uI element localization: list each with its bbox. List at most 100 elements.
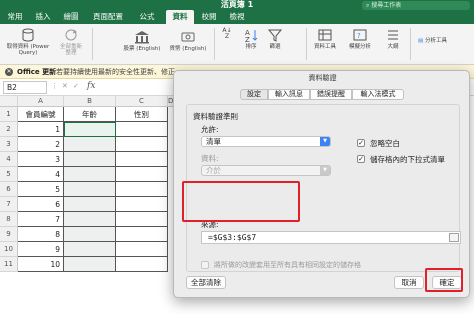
cell-id[interactable]: 2	[18, 137, 64, 152]
cell-gender[interactable]	[116, 122, 168, 137]
cell-gender[interactable]	[116, 242, 168, 257]
allow-select[interactable]: 清單 ▼	[201, 136, 331, 147]
ignore-blank-checkbox[interactable]: ✓	[357, 139, 365, 147]
cell-header-age[interactable]: 年齡	[64, 107, 116, 122]
data-label: 資料:	[201, 154, 219, 163]
in-cell-dropdown-checkbox[interactable]: ✓	[357, 155, 365, 163]
sort-az-button[interactable]: A↓ Z	[222, 28, 232, 40]
cell-gender[interactable]	[116, 167, 168, 182]
database-icon	[22, 28, 34, 42]
row-header[interactable]: 8	[0, 212, 18, 227]
cell-age[interactable]	[64, 137, 116, 152]
ok-highlight-box	[425, 268, 463, 292]
source-input[interactable]: =$G$3:$G$7	[201, 231, 461, 244]
cell-age[interactable]	[64, 257, 116, 272]
search-box[interactable]: ⌕ 搜尋工作表	[362, 1, 470, 10]
cell-age[interactable]	[64, 167, 116, 182]
get-data-button[interactable]: 取得資料 (Power Query)	[3, 28, 53, 56]
close-icon[interactable]: ✕	[5, 68, 13, 76]
confirm-entry-icon[interactable]: ✓	[73, 82, 79, 90]
cell-gender[interactable]	[116, 137, 168, 152]
what-if-button[interactable]: ? 模擬分析	[344, 28, 376, 50]
data-tools-button[interactable]: 資料工具	[312, 28, 338, 50]
message-label: Office 更新	[17, 68, 57, 76]
cell-gender[interactable]	[116, 197, 168, 212]
tab-draw[interactable]: 繪圖	[60, 10, 82, 24]
row-header[interactable]: 4	[0, 152, 18, 167]
column-header-b[interactable]: B	[64, 96, 116, 107]
title-bar: 活頁簿 1 ⌕ 搜尋工作表	[0, 0, 474, 10]
cell-age[interactable]	[64, 212, 116, 227]
allow-value: 清單	[206, 137, 221, 146]
apply-all-label: 將所做的改變套用至所有具有相同設定的儲存格	[214, 261, 361, 269]
cell-gender[interactable]	[116, 152, 168, 167]
cell-id[interactable]: 8	[18, 227, 64, 242]
data-select: 介於 ▼	[201, 165, 331, 176]
row-header[interactable]: 3	[0, 137, 18, 152]
name-box[interactable]: B2	[3, 81, 47, 94]
tab-data[interactable]: 資料	[166, 10, 194, 24]
what-if-icon: ?	[353, 29, 367, 41]
row-header[interactable]: 6	[0, 182, 18, 197]
outline-button[interactable]: 大綱	[384, 28, 402, 50]
cell-age-selected[interactable]	[64, 122, 116, 137]
separator	[92, 28, 93, 60]
tab-error-alert[interactable]: 錯誤提醒	[310, 89, 352, 100]
separator	[306, 28, 307, 60]
cell-age[interactable]	[64, 242, 116, 257]
tab-input-message[interactable]: 輸入訊息	[268, 89, 310, 100]
cell-age[interactable]	[64, 197, 116, 212]
cell-id[interactable]: 5	[18, 182, 64, 197]
tab-review[interactable]: 校閱	[198, 10, 220, 24]
cancel-button[interactable]: 取消	[394, 276, 424, 289]
stocks-button[interactable]: 股票 (English)	[118, 30, 166, 52]
cell-id[interactable]: 6	[18, 197, 64, 212]
cell-id[interactable]: 1	[18, 122, 64, 137]
insert-function-button[interactable]: fx	[87, 81, 95, 91]
currencies-button[interactable]: 貨幣 (English)	[164, 30, 212, 52]
cell-id[interactable]: 3	[18, 152, 64, 167]
analysis-tools-button[interactable]: ▤ 分析工具	[418, 38, 470, 44]
separator	[214, 28, 215, 60]
cell-gender[interactable]	[116, 257, 168, 272]
cell-gender[interactable]	[116, 182, 168, 197]
select-all-corner[interactable]	[0, 96, 18, 107]
tab-insert[interactable]: 插入	[32, 10, 54, 24]
row-header[interactable]: 9	[0, 227, 18, 242]
range-picker-icon[interactable]	[449, 233, 459, 242]
row-header[interactable]: 2	[0, 122, 18, 137]
row-header[interactable]: 5	[0, 167, 18, 182]
cell-gender[interactable]	[116, 227, 168, 242]
row-header[interactable]: 11	[0, 257, 18, 272]
row-header[interactable]: 1	[0, 107, 18, 122]
refresh-all-button[interactable]: 全部重新整理	[58, 28, 84, 56]
sort-button[interactable]: AZ 排序	[244, 28, 258, 50]
source-value: =$G$3:$G$7	[208, 233, 257, 242]
cancel-entry-icon[interactable]: ✕	[62, 82, 68, 90]
cell-header-id[interactable]: 會員編號	[18, 107, 64, 122]
cell-id[interactable]: 10	[18, 257, 64, 272]
cell-id[interactable]: 4	[18, 167, 64, 182]
allow-label: 允許:	[201, 125, 219, 134]
cell-id[interactable]: 9	[18, 242, 64, 257]
cell-age[interactable]	[64, 182, 116, 197]
tab-page-layout[interactable]: 頁面配置	[88, 10, 128, 24]
tab-settings[interactable]: 設定	[240, 89, 268, 100]
cell-age[interactable]	[64, 227, 116, 242]
column-header-a[interactable]: A	[18, 96, 64, 107]
svg-text:?: ?	[357, 32, 361, 40]
cell-gender[interactable]	[116, 212, 168, 227]
tab-home[interactable]: 常用	[4, 10, 26, 24]
tab-input-mode[interactable]: 輸入法模式	[352, 89, 404, 100]
cell-id[interactable]: 7	[18, 212, 64, 227]
cell-age[interactable]	[64, 152, 116, 167]
tab-formulas[interactable]: 公式	[136, 10, 158, 24]
cell-header-gender[interactable]: 性別	[116, 107, 168, 122]
sort-icon: AZ	[245, 29, 258, 42]
column-header-c[interactable]: C	[116, 96, 168, 107]
clear-all-button[interactable]: 全部清除	[186, 276, 226, 289]
filter-button[interactable]: 篩選	[266, 28, 284, 50]
row-header[interactable]: 10	[0, 242, 18, 257]
row-header[interactable]: 7	[0, 197, 18, 212]
tab-view[interactable]: 檢視	[226, 10, 248, 24]
